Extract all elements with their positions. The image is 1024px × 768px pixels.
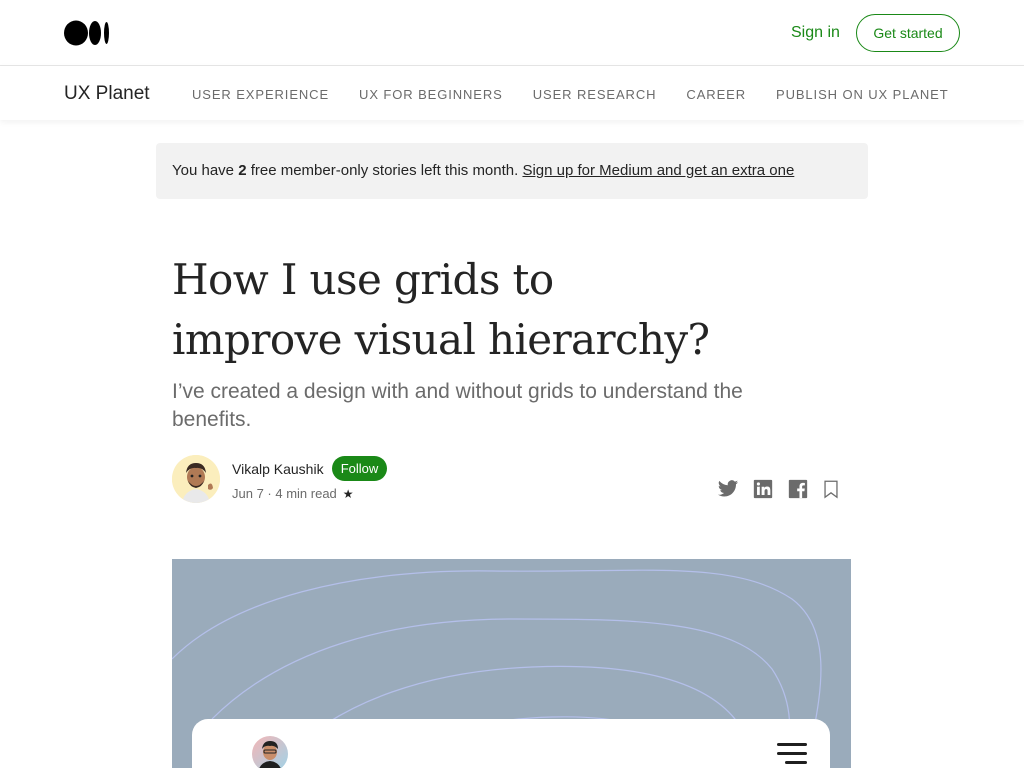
title-line-2: improve visual hierarchy? bbox=[172, 315, 710, 364]
follow-button[interactable]: Follow bbox=[332, 456, 387, 481]
medium-logo-icon[interactable] bbox=[64, 20, 110, 46]
author-name[interactable]: Vikalp Kaushik bbox=[232, 461, 324, 477]
member-star-icon: ★ bbox=[342, 487, 354, 501]
sign-in-link[interactable]: Sign in bbox=[791, 22, 840, 44]
nav-item-publish-on-ux-planet[interactable]: PUBLISH ON UX PLANET bbox=[776, 87, 949, 102]
publication-name[interactable]: UX Planet bbox=[64, 82, 150, 106]
linkedin-icon[interactable] bbox=[752, 478, 774, 500]
banner-text: You have 2 free member-only stories left… bbox=[172, 162, 794, 180]
nav-item-user-research[interactable]: USER RESEARCH bbox=[533, 87, 657, 102]
mockup-avatar bbox=[252, 736, 288, 768]
title-line-1: How I use grids to bbox=[172, 255, 554, 304]
mockup-card bbox=[192, 719, 830, 768]
nav-item-user-experience[interactable]: USER EXPERIENCE bbox=[192, 87, 329, 102]
hero-image bbox=[172, 559, 851, 768]
author-avatar-illustration bbox=[172, 455, 220, 503]
get-started-button[interactable]: Get started bbox=[856, 14, 960, 52]
article-meta: Jun 7 · 4 min read ★ bbox=[232, 486, 354, 502]
nav-item-career[interactable]: CAREER bbox=[686, 87, 746, 102]
twitter-icon[interactable] bbox=[717, 478, 739, 500]
banner-middle: free member-only stories left this month… bbox=[246, 162, 523, 179]
banner-prefix: You have bbox=[172, 162, 239, 179]
bookmark-icon[interactable] bbox=[820, 478, 842, 500]
signup-link[interactable]: Sign up for Medium and get an extra one bbox=[522, 162, 794, 179]
facebook-icon[interactable] bbox=[787, 478, 809, 500]
banner-count: 2 bbox=[238, 162, 247, 179]
article-title: How I use grids to improve visual hierar… bbox=[172, 250, 732, 370]
hamburger-menu-icon[interactable] bbox=[777, 743, 807, 765]
publication-nav-items: USER EXPERIENCE UX FOR BEGINNERS USER RESE… bbox=[192, 86, 960, 102]
nav-item-ux-for-beginners[interactable]: UX FOR BEGINNERS bbox=[359, 87, 503, 102]
top-bar: Sign in Get started bbox=[0, 0, 1024, 66]
date-read-time: Jun 7 · 4 min read bbox=[232, 486, 337, 501]
member-banner: You have 2 free member-only stories left… bbox=[156, 143, 868, 199]
author-avatar[interactable] bbox=[172, 455, 220, 503]
article-subtitle: I’ve created a design with and without g… bbox=[172, 380, 743, 431]
publication-nav: UX Planet USER EXPERIENCE UX FOR BEGINNER… bbox=[0, 66, 1024, 120]
